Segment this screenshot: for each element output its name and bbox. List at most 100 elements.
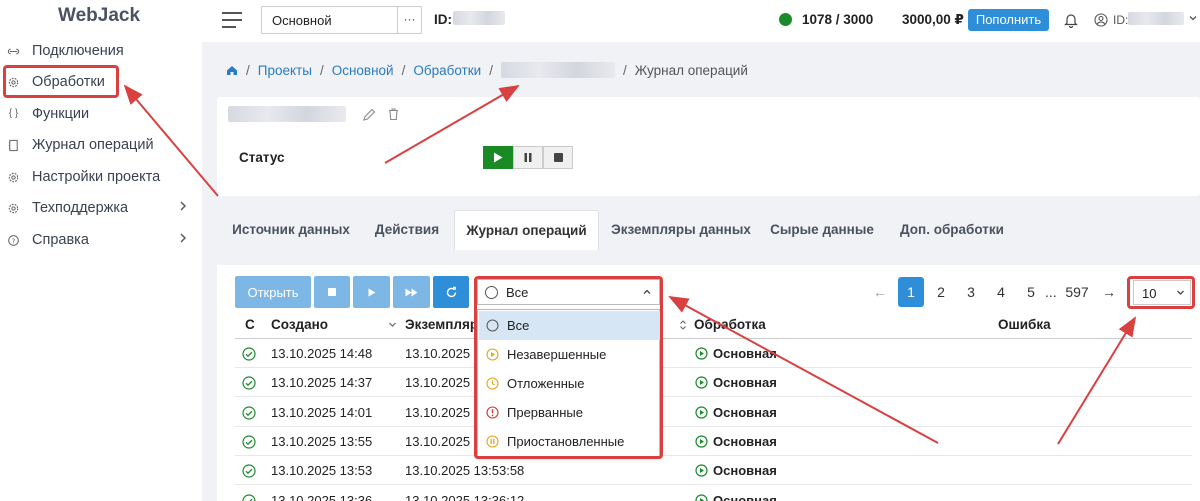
table-row[interactable]: 13.10.2025 14:01 13.10.2025 Основная [235, 398, 1192, 427]
refresh-button[interactable] [433, 276, 469, 308]
cell-instance[interactable]: 13.10.2025 [405, 375, 470, 390]
cell-created: 13.10.2025 13:55 [271, 433, 373, 449]
breadcrumb-processing[interactable]: Обработки [413, 63, 481, 78]
sidebar-item-connections[interactable]: Подключения [0, 37, 202, 65]
user-id-label[interactable]: ID: [1113, 13, 1128, 27]
link-icon [7, 48, 20, 55]
open-button[interactable]: Открыть [235, 276, 311, 308]
status-label: Статус [239, 150, 285, 165]
play-circle-icon [695, 464, 708, 477]
tab-extra-processing[interactable]: Доп. обработки [897, 210, 1007, 250]
col-header-error[interactable]: Ошибка [998, 317, 1051, 332]
chevron-right-icon [180, 201, 186, 211]
cell-processing[interactable]: Основная [713, 493, 777, 501]
breadcrumb-processing-name-redacted[interactable] [500, 62, 615, 78]
check-circle-icon [242, 376, 256, 390]
page-3[interactable]: 3 [958, 277, 984, 307]
page-5[interactable]: 5 [1018, 277, 1044, 307]
sidebar-item-label: Техподдержка [32, 200, 129, 216]
cell-instance[interactable]: 13.10.2025 [405, 405, 470, 420]
cell-processing[interactable]: Основная [713, 405, 777, 420]
edit-icon[interactable] [362, 108, 376, 122]
cell-created: 13.10.2025 13:36 [271, 492, 373, 501]
table-row[interactable]: 13.10.2025 13:36 13.10.2025 13:36:12 Основ… [235, 486, 1192, 501]
cell-processing[interactable]: Основная [713, 375, 777, 390]
tab-operations-log[interactable]: Журнал операций [454, 210, 599, 250]
processing-name-redacted [228, 106, 346, 122]
sort-icon[interactable] [679, 319, 687, 331]
stop-icon [328, 288, 336, 296]
sidebar-item-label: Функции [32, 106, 90, 122]
page-4[interactable]: 4 [988, 277, 1014, 307]
svg-text:?: ? [12, 236, 16, 245]
table-row[interactable]: 13.10.2025 13:55 13.10.2025 Основная [235, 427, 1192, 456]
gear-icon [8, 203, 19, 214]
pagination-next[interactable]: → [1102, 277, 1116, 307]
cell-processing[interactable]: Основная [713, 434, 777, 449]
page-2[interactable]: 2 [928, 277, 954, 307]
cell-created: 13.10.2025 14:37 [271, 375, 373, 391]
cell-instance[interactable]: 13.10.2025 [405, 346, 470, 361]
tab-data-source[interactable]: Источник данных [223, 210, 359, 250]
app-logo[interactable]: WebJack [58, 5, 140, 27]
play-icon [368, 288, 375, 296]
table-row[interactable]: 13.10.2025 14:37 13.10.2025 Основная [235, 368, 1192, 398]
sidebar-item-operations-log[interactable]: Журнал операций [0, 131, 202, 159]
stop-icon [553, 153, 563, 162]
tab-actions[interactable]: Действия [367, 210, 447, 250]
project-id-redacted [453, 11, 505, 25]
run-all-button[interactable] [393, 276, 430, 308]
check-circle-icon [242, 493, 256, 501]
cell-instance[interactable]: 13.10.2025 [405, 434, 470, 449]
breadcrumb-separator: / [622, 62, 627, 78]
sidebar-item-project-settings[interactable]: Настройки проекта [0, 163, 202, 191]
breadcrumb-projects[interactable]: Проекты [258, 63, 312, 78]
project-menu-button[interactable]: ··· [397, 6, 422, 34]
pagination-ellipsis: ... [1045, 284, 1057, 300]
pagination-prev[interactable]: ← [873, 277, 887, 307]
log-icon [8, 139, 18, 152]
refresh-icon [446, 286, 456, 297]
annotation-highlight-per-page [1127, 276, 1195, 309]
project-id-label: ID: [434, 12, 452, 27]
cell-instance[interactable]: 13.10.2025 13:53:58 [405, 463, 524, 478]
user-icon[interactable] [1094, 13, 1108, 27]
cell-processing[interactable]: Основная [713, 463, 777, 478]
stop-selected-button[interactable] [314, 276, 350, 308]
chevron-down-icon[interactable] [1188, 13, 1198, 23]
breadcrumb-project[interactable]: Основной [332, 63, 394, 78]
col-header-processing[interactable]: Обработка [694, 317, 766, 332]
run-selected-button[interactable] [353, 276, 390, 308]
help-icon: ? [8, 235, 19, 246]
pause-button[interactable] [513, 146, 543, 169]
cell-instance[interactable]: 13.10.2025 13:36:12 [405, 493, 524, 501]
cell-created: 13.10.2025 13:53 [271, 463, 373, 479]
home-icon[interactable] [226, 64, 238, 76]
col-header-created[interactable]: Создано [271, 317, 328, 332]
page-1[interactable]: 1 [898, 277, 924, 307]
sidebar-item-functions[interactable]: { } Функции [0, 100, 202, 128]
tab-data-instances[interactable]: Экземпляры данных [607, 210, 755, 250]
cell-processing[interactable]: Основная [713, 346, 777, 361]
menu-icon[interactable] [222, 12, 242, 28]
sidebar-item-help[interactable]: ? Справка [0, 226, 202, 254]
page-last[interactable]: 597 [1062, 277, 1092, 307]
col-header-instance[interactable]: Экземпляр [405, 317, 478, 332]
table-row[interactable]: 13.10.2025 13:53 13.10.2025 13:53:58 Основ… [235, 456, 1192, 486]
check-circle-icon [242, 435, 256, 449]
sidebar: WebJack Подключения Обработки { } Функци… [0, 0, 202, 501]
tab-raw-data[interactable]: Сырые данные [769, 210, 875, 250]
cell-created: 13.10.2025 14:48 [271, 346, 373, 361]
sidebar-item-support[interactable]: Техподдержка [0, 194, 202, 222]
delete-icon[interactable] [387, 107, 400, 121]
project-select[interactable]: Основной [261, 6, 398, 34]
top-bar: Основной ··· ID: 1078 / 3000 3000,00 ₽ П… [202, 0, 1200, 42]
table-row[interactable]: 13.10.2025 14:48 13.10.2025 Основная [235, 339, 1192, 368]
col-header-status[interactable]: С [245, 317, 255, 332]
topup-button[interactable]: Пополнить [968, 9, 1049, 31]
sort-icon[interactable] [388, 321, 397, 329]
start-button[interactable] [483, 146, 513, 169]
annotation-highlight-status-filter [474, 276, 663, 459]
bell-icon[interactable] [1064, 12, 1078, 28]
stop-button[interactable] [543, 146, 573, 169]
